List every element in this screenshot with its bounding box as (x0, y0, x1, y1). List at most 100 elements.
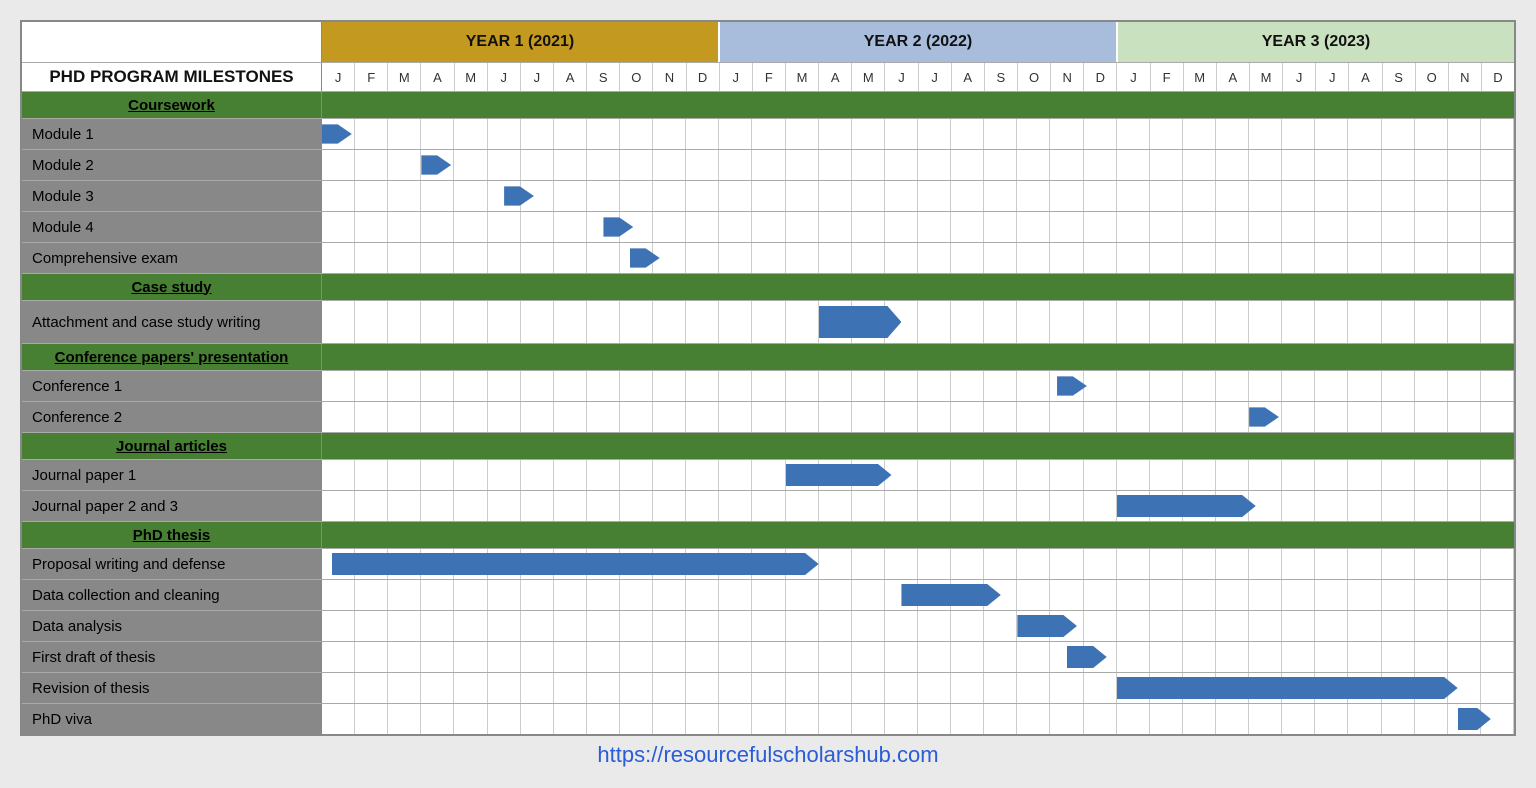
task-label: Conference 1 (22, 371, 322, 401)
grid (322, 243, 1514, 273)
month-cell: A (421, 63, 454, 91)
gantt-bar (786, 464, 892, 487)
month-header-cells: JFMAMJJASONDJFMAMJJASONDJFMAMJJASOND (322, 63, 1514, 91)
task-label: Module 4 (22, 212, 322, 242)
month-cell: J (720, 63, 753, 91)
section-header: PhD thesis (22, 522, 1514, 549)
month-cell: A (952, 63, 985, 91)
month-cell: J (1316, 63, 1349, 91)
month-cell: S (1383, 63, 1416, 91)
year-1-header: YEAR 1 (2021) (322, 22, 720, 62)
month-cell: O (620, 63, 653, 91)
grid (322, 673, 1514, 703)
gantt-bar (332, 553, 819, 576)
footer: https://resourcefulscholarshub.com (20, 742, 1516, 768)
grid (322, 491, 1514, 521)
task-label: PhD viva (22, 704, 322, 734)
task-label: Attachment and case study writing (22, 301, 322, 343)
task-row: Module 2 (22, 150, 1514, 181)
month-cell: D (1084, 63, 1117, 91)
grid (322, 371, 1514, 401)
month-cell: A (819, 63, 852, 91)
grid (322, 344, 1514, 370)
month-cell: M (455, 63, 488, 91)
year-header-cells: YEAR 1 (2021) YEAR 2 (2022) YEAR 3 (2023… (322, 22, 1514, 62)
year-3-header: YEAR 3 (2023) (1118, 22, 1514, 62)
month-cell: N (653, 63, 686, 91)
task-row: Attachment and case study writing (22, 301, 1514, 344)
section-header: Conference papers' presentation (22, 344, 1514, 371)
section-header: Journal articles (22, 433, 1514, 460)
grid (322, 580, 1514, 610)
grid (322, 611, 1514, 641)
month-cell: J (885, 63, 918, 91)
month-cell: M (852, 63, 885, 91)
task-row: Journal paper 2 and 3 (22, 491, 1514, 522)
task-label: Module 2 (22, 150, 322, 180)
grid (322, 460, 1514, 490)
section-label: PhD thesis (22, 522, 322, 548)
month-cell: A (1349, 63, 1382, 91)
month-cell: J (1283, 63, 1316, 91)
grid (322, 92, 1514, 118)
task-label: Conference 2 (22, 402, 322, 432)
task-label: Journal paper 1 (22, 460, 322, 490)
task-row: Conference 1 (22, 371, 1514, 402)
task-label: Module 3 (22, 181, 322, 211)
task-row: Module 1 (22, 119, 1514, 150)
section-label: Case study (22, 274, 322, 300)
task-label: Data analysis (22, 611, 322, 641)
task-label: Journal paper 2 and 3 (22, 491, 322, 521)
section-label: Conference papers' presentation (22, 344, 322, 370)
task-label: Proposal writing and defense (22, 549, 322, 579)
grid (322, 274, 1514, 300)
gantt-chart: YEAR 1 (2021) YEAR 2 (2022) YEAR 3 (2023… (20, 20, 1516, 736)
section-label: Journal articles (22, 433, 322, 459)
chart-title: PHD PROGRAM MILESTONES (22, 63, 322, 91)
task-label: Comprehensive exam (22, 243, 322, 273)
task-label: Data collection and cleaning (22, 580, 322, 610)
month-cell: J (322, 63, 355, 91)
month-cell: M (388, 63, 421, 91)
task-row: Journal paper 1 (22, 460, 1514, 491)
gantt-bar (819, 306, 902, 338)
task-row: Module 4 (22, 212, 1514, 243)
month-cell: O (1018, 63, 1051, 91)
month-cell: F (1151, 63, 1184, 91)
month-cell: N (1051, 63, 1084, 91)
grid (322, 301, 1514, 343)
month-cell: N (1449, 63, 1482, 91)
grid (322, 150, 1514, 180)
task-label: First draft of thesis (22, 642, 322, 672)
grid (322, 522, 1514, 548)
month-cell: M (1250, 63, 1283, 91)
year-header-spacer (22, 22, 322, 62)
month-cell: J (488, 63, 521, 91)
month-cell: J (521, 63, 554, 91)
month-cell: A (1217, 63, 1250, 91)
footer-link[interactable]: https://resourcefulscholarshub.com (597, 742, 938, 767)
task-row: First draft of thesis (22, 642, 1514, 673)
grid (322, 402, 1514, 432)
task-label: Revision of thesis (22, 673, 322, 703)
gantt-bar (1117, 677, 1458, 700)
section-header: Case study (22, 274, 1514, 301)
month-cell: M (1184, 63, 1217, 91)
task-row: Data analysis (22, 611, 1514, 642)
month-cell: F (355, 63, 388, 91)
task-row: Proposal writing and defense (22, 549, 1514, 580)
year-2-header: YEAR 2 (2022) (720, 22, 1118, 62)
month-cell: J (919, 63, 952, 91)
month-cell: S (985, 63, 1018, 91)
task-row: Conference 2 (22, 402, 1514, 433)
grid (322, 119, 1514, 149)
grid (322, 212, 1514, 242)
month-cell: J (1117, 63, 1150, 91)
task-row: Data collection and cleaning (22, 580, 1514, 611)
grid (322, 433, 1514, 459)
month-cell: S (587, 63, 620, 91)
task-row: Module 3 (22, 181, 1514, 212)
grid (322, 181, 1514, 211)
section-header: Coursework (22, 92, 1514, 119)
month-header-row: PHD PROGRAM MILESTONES JFMAMJJASONDJFMAM… (22, 63, 1514, 92)
